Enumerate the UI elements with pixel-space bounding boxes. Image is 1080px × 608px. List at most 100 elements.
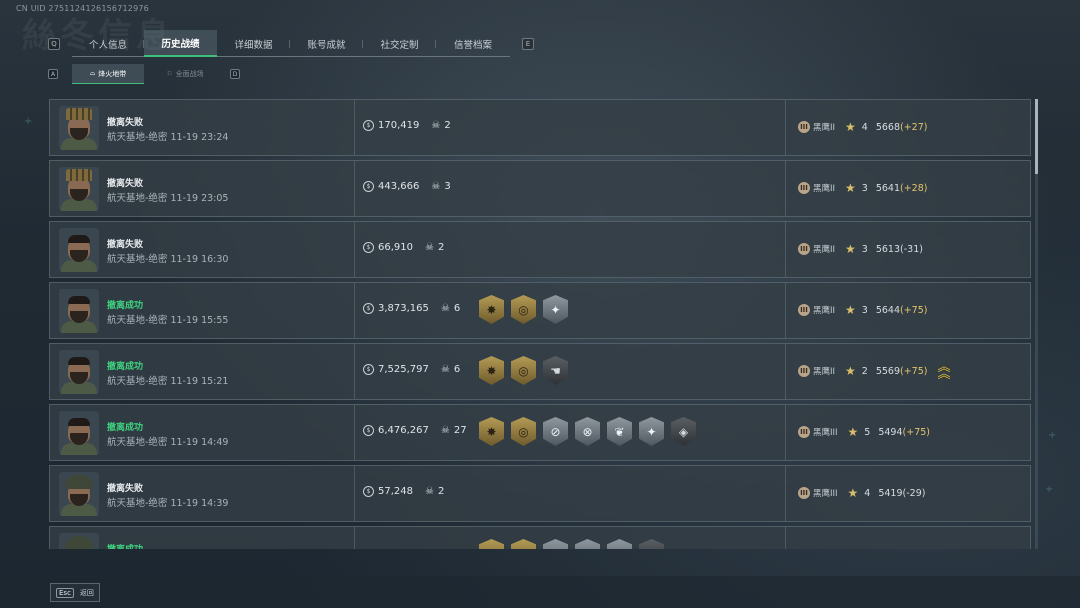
rank-emblem-icon: III: [798, 426, 810, 438]
match-record-row[interactable]: 撤离失败 航天基地-绝密 11-19 14:39 $ 57,248 ☠ 2 II…: [49, 465, 1031, 522]
medal-silver-wings-icon[interactable]: ❦: [607, 417, 632, 446]
star-icon: ★: [847, 486, 859, 500]
coin-icon: $: [363, 120, 374, 131]
rank-emblem-icon: III: [798, 243, 810, 255]
map-and-time: 航天基地-绝密 11-19 16:30: [107, 254, 229, 265]
column-divider: [354, 283, 355, 338]
extraction-result: 撤离成功: [107, 301, 144, 311]
match-record-row[interactable]: 撤离失败 航天基地-绝密 11-19 16:30 $ 66,910 ☠ 2 II…: [49, 221, 1031, 278]
kill-count: ☠ 6: [441, 303, 460, 314]
tab-match-history[interactable]: 历史战绩: [144, 30, 217, 57]
kill-count-text: 6: [453, 364, 461, 375]
loot-value-text: 66,910: [378, 242, 413, 253]
skull-icon: ☠: [431, 120, 441, 131]
medal-gold-target-icon[interactable]: ◎: [511, 295, 536, 324]
medal-dark-diamond-icon[interactable]: ◈: [639, 539, 664, 549]
medal-silver-star-icon[interactable]: ✦: [543, 295, 568, 324]
match-record-row[interactable]: 撤离成功 航天基地-绝密 11-19 15:21 $ 7,525,797 ☠ 6…: [49, 343, 1031, 400]
star-count: 3: [861, 304, 868, 316]
loot-value-text: 170,419: [378, 120, 420, 131]
star-icon: ★: [845, 120, 856, 134]
rank-up-chevrons-icon: ︽ ︽: [937, 360, 950, 382]
rank-score: 5419: [878, 487, 903, 499]
match-record-row[interactable]: 撤离失败 航天基地-绝密 11-19 23:05 $ 443,666 ☠ 3 I…: [49, 160, 1031, 217]
tab-credit-profile[interactable]: 信誉档案: [436, 30, 510, 57]
rank-name: 黑鹰II: [813, 306, 836, 316]
rank-score: 5494: [878, 426, 903, 438]
medal-silver-scope2-icon[interactable]: ⊗: [575, 417, 600, 446]
medal-gold-target-icon[interactable]: ◎: [511, 417, 536, 446]
list-scrollbar[interactable]: [1035, 99, 1038, 549]
tab-prev-key[interactable]: Q: [48, 38, 60, 50]
loot-value: $ 57,248 ☠ 2: [363, 486, 444, 497]
medal-list: ✸ ◎ ⊘ ⊗ ❦ ✦ ◈: [479, 417, 696, 446]
medal-gold-target-icon[interactable]: ◎: [511, 356, 536, 385]
extraction-result: 撤离失败: [107, 179, 144, 189]
score-delta: (+28): [900, 182, 928, 194]
mode-tab-operations[interactable]: ⌓ 烽火地带: [72, 64, 144, 84]
star-icon: ★: [845, 181, 856, 195]
back-label: 返回: [79, 588, 94, 597]
map-and-time: 航天基地-绝密 11-19 14:39: [107, 498, 229, 509]
kill-count-text: 6: [453, 303, 461, 314]
match-record-row[interactable]: 撤离失败 航天基地-绝密 11-19 23:24 $ 170,419 ☠ 2 I…: [49, 99, 1031, 156]
rank-score: 5644: [875, 304, 901, 316]
tab-personal-info[interactable]: 个人信息: [72, 30, 144, 57]
medal-silver-scope-icon[interactable]: ⊘: [543, 417, 568, 446]
match-record-row[interactable]: 撤离成功 ◎ ◎ ⊘ ⊗ ✦ ◈: [49, 526, 1031, 549]
loot-value-text: 6,476,267: [378, 425, 429, 436]
medal-silver-star-icon[interactable]: ✦: [639, 417, 664, 446]
rank-info: III 黑鹰II ★ 3 5641 (+28): [798, 181, 927, 195]
rank-emblem-icon: III: [798, 365, 810, 377]
medal-gold-target-icon[interactable]: ◎: [511, 539, 536, 549]
mode-tab-label: 全面战场: [175, 70, 204, 78]
tab-detailed-stats[interactable]: 详细数据: [217, 30, 290, 57]
kill-count-text: 27: [453, 425, 467, 436]
tab-social-custom[interactable]: 社交定制: [363, 30, 436, 57]
mode-tab-warfare[interactable]: ⚐ 全面战场: [146, 64, 224, 84]
mode-prev-key[interactable]: A: [48, 69, 58, 79]
kill-count-text: 3: [444, 181, 451, 192]
skull-icon: ☠: [440, 303, 450, 314]
medal-list: ✸ ◎ ☚: [479, 356, 568, 385]
loot-value-text: 57,248: [378, 486, 413, 497]
tab-next-key[interactable]: E: [522, 38, 534, 50]
match-record-row[interactable]: 撤离成功 航天基地-绝密 11-19 15:55 $ 3,873,165 ☠ 6…: [49, 282, 1031, 339]
medal-silver-scope-icon[interactable]: ⊘: [543, 539, 568, 549]
kill-count-text: 2: [437, 242, 445, 253]
kill-count: ☠ 2: [431, 120, 450, 131]
medal-dark-hand-icon[interactable]: ☚: [543, 356, 568, 385]
medal-gold-sun-icon[interactable]: ✸: [479, 356, 504, 385]
medal-gold-sun-icon[interactable]: ✸: [479, 295, 504, 324]
operator-avatar: [59, 533, 99, 549]
star-count: 5: [864, 426, 871, 438]
column-divider: [354, 100, 355, 155]
match-record-row[interactable]: 撤离成功 航天基地-绝密 11-19 14:49 $ 6,476,267 ☠ 2…: [49, 404, 1031, 461]
column-divider: [785, 100, 786, 155]
mode-next-key[interactable]: D: [230, 69, 240, 79]
map-and-time: 航天基地-绝密 11-19 23:05: [107, 193, 229, 204]
score-delta: (+27): [900, 121, 928, 133]
kill-count: ☠ 27: [441, 425, 467, 436]
extraction-result: 撤离失败: [107, 118, 144, 128]
rank-emblem-icon: III: [798, 121, 810, 133]
medal-dark-diamond-icon[interactable]: ◈: [671, 417, 696, 446]
medal-gold-target-icon[interactable]: ◎: [479, 539, 504, 549]
back-button[interactable]: Esc 返回: [50, 583, 100, 602]
loot-value: $ 443,666 ☠ 3: [363, 181, 451, 192]
medal-list: ✸ ◎ ✦: [479, 295, 568, 324]
star-count: 4: [861, 121, 868, 133]
tab-label: 账号成就: [307, 39, 346, 51]
medal-silver-star-icon[interactable]: ✦: [607, 539, 632, 549]
column-divider: [785, 466, 786, 521]
medal-silver-scope2-icon[interactable]: ⊗: [575, 539, 600, 549]
rank-score: 5641: [875, 182, 901, 194]
bottom-bar: [0, 576, 1080, 608]
medal-gold-sun-icon[interactable]: ✸: [479, 417, 504, 446]
tab-achievements[interactable]: 账号成就: [290, 30, 363, 57]
scrollbar-thumb[interactable]: [1035, 99, 1038, 174]
score-delta: (-29): [902, 487, 926, 499]
match-history-list: 撤离失败 航天基地-绝密 11-19 23:24 $ 170,419 ☠ 2 I…: [49, 99, 1031, 549]
operator-avatar: [59, 167, 99, 211]
kill-count-text: 2: [444, 120, 451, 131]
